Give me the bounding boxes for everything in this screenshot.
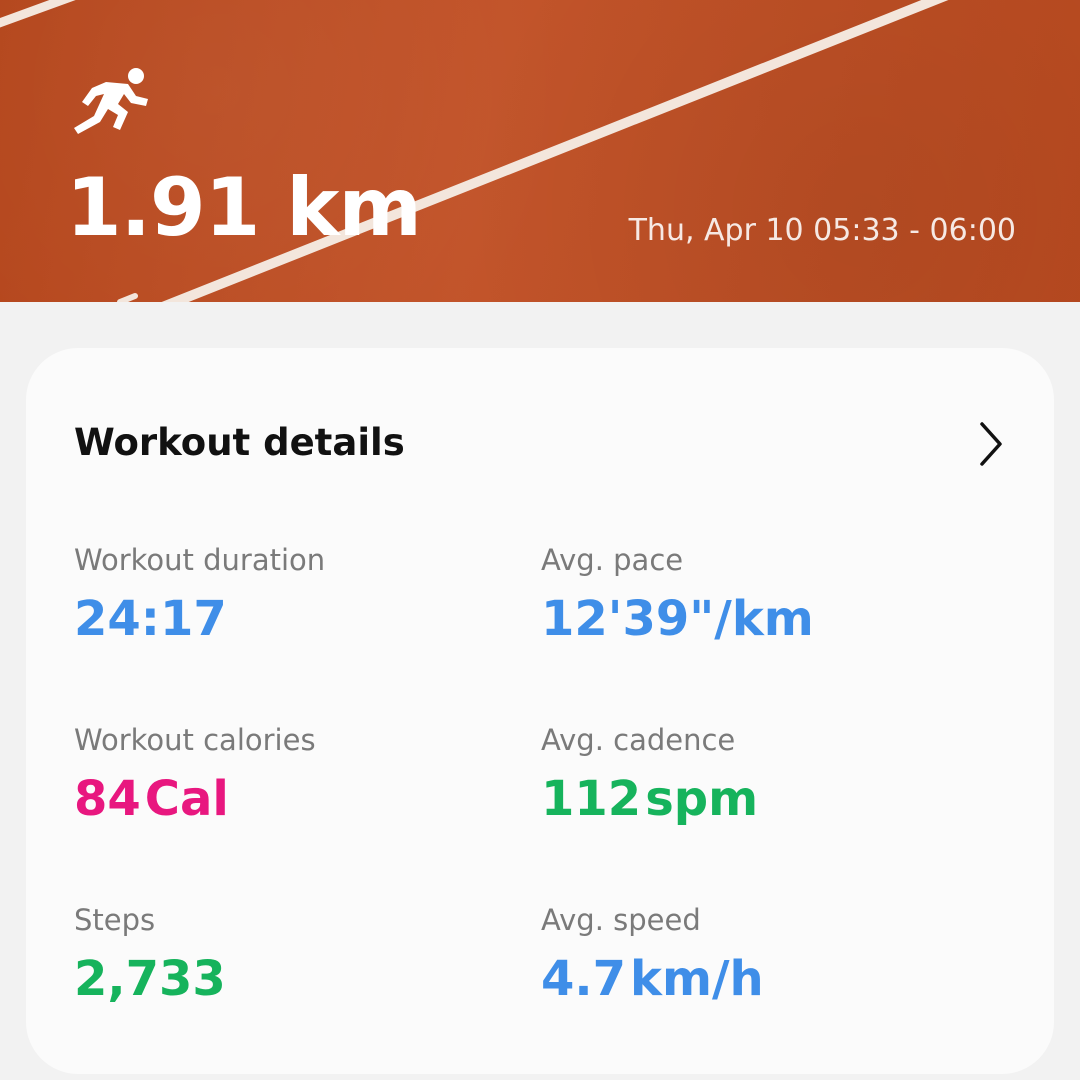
metric-value: 12'39"/km [541,591,814,647]
metric-label: Steps [74,903,156,937]
metric-value: 4.7km/h [541,951,764,1007]
track-lane-lines [0,0,949,302]
workout-details-header[interactable]: Workout details [74,420,1006,470]
metric-value: 24:17 [74,591,227,647]
running-icon [74,68,148,134]
metric-workout-duration: Workout duration 24:17 [74,543,494,647]
metric-avg-cadence: Avg. cadence 112spm [541,723,961,827]
metric-label: Avg. cadence [541,723,736,757]
metric-label: Workout duration [74,543,326,577]
chevron-right-icon[interactable] [976,418,1006,470]
workout-details-title: Workout details [74,421,405,464]
metric-steps: Steps 2,733 [74,903,494,1007]
metric-label: Workout calories [74,723,316,757]
metric-avg-speed: Avg. speed 4.7km/h [541,903,961,1007]
metric-label: Avg. pace [541,543,684,577]
metric-label: Avg. speed [541,903,701,937]
metric-avg-pace: Avg. pace 12'39"/km [541,543,961,647]
metric-workout-calories: Workout calories 84Cal [74,723,494,827]
metric-value: 2,733 [74,951,226,1007]
header-banner: 1.91 km Thu, Apr 10 05:33 - 06:00 [0,0,1080,302]
distance-value: 1.91 km [66,161,422,254]
metric-value: 84Cal [74,771,229,827]
workout-details-card[interactable]: Workout details Workout duration 24:17 A… [26,348,1054,1074]
workout-time-range: Thu, Apr 10 05:33 - 06:00 [628,213,1016,248]
metric-value: 112spm [541,771,759,827]
